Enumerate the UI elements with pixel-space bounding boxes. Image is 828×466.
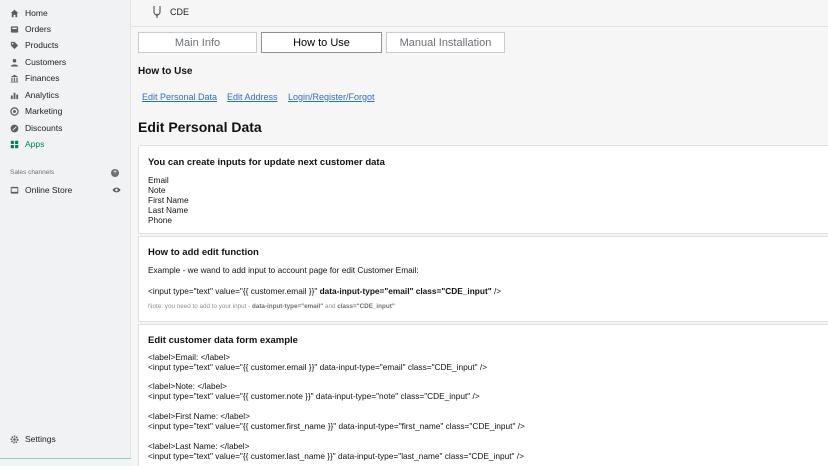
sidebar-item-discounts[interactable]: Discounts: [4, 120, 127, 136]
sidebar: Home Orders Products Customers Finances …: [0, 0, 131, 466]
discount-icon: [10, 124, 19, 133]
sidebar-item-online-store[interactable]: Online Store: [4, 182, 127, 198]
edit-personal-data-heading: Edit Personal Data: [138, 119, 262, 135]
code-line: <input type="text" value="{{ customer.fi…: [148, 421, 525, 431]
code-line: <label>Email: </label>: [148, 352, 231, 362]
link-login-register-forgot[interactable]: Login/Register/Forgot: [288, 92, 375, 102]
apps-icon: [10, 140, 19, 149]
card-title: Edit customer data form example: [148, 335, 298, 346]
code-example: <input type="text" value="{{ customer.em…: [148, 286, 501, 296]
sidebar-item-label: Online Store: [25, 185, 73, 195]
field-item: Note: [148, 185, 166, 195]
code-highlight: data-input-type="email" class="CDE_input…: [319, 286, 492, 296]
code-part: />: [491, 286, 502, 296]
field-item: Phone: [148, 215, 172, 225]
sidebar-item-customers[interactable]: Customers: [4, 54, 127, 70]
app-title: CDE: [170, 7, 190, 17]
note-highlight: class="CDE_input": [337, 303, 395, 310]
code-line: <input type="text" value="{{ customer.la…: [148, 451, 524, 461]
sidebar-item-label: Settings: [25, 434, 56, 444]
code-line: <input type="text" value="{{ customer.no…: [148, 391, 480, 401]
note-part: and: [323, 303, 338, 310]
link-edit-personal-data[interactable]: Edit Personal Data: [142, 92, 217, 102]
sidebar-item-marketing[interactable]: Marketing: [4, 103, 127, 119]
sidebar-item-products[interactable]: Products: [4, 37, 127, 53]
field-item: First Name: [148, 195, 189, 205]
example-text: Example - we wand to add input to accoun…: [148, 265, 419, 275]
sidebar-item-analytics[interactable]: Analytics: [4, 87, 127, 103]
sidebar-item-label: Orders: [25, 24, 51, 34]
sidebar-bottom-bar: [0, 458, 131, 466]
gear-icon: [10, 435, 19, 444]
link-edit-address[interactable]: Edit Address: [227, 92, 278, 102]
target-icon: [10, 106, 19, 116]
sidebar-item-label: Finances: [25, 73, 60, 83]
sidebar-item-label: Apps: [25, 139, 45, 149]
home-icon: [10, 9, 19, 18]
sidebar-item-home[interactable]: Home: [4, 5, 127, 21]
tab-manual-installation[interactable]: Manual Installation: [386, 32, 505, 53]
app-header: CDE: [131, 0, 828, 27]
store-icon: [10, 186, 19, 195]
eye-icon[interactable]: [112, 186, 121, 194]
tab-main-info[interactable]: Main Info: [138, 32, 257, 53]
sidebar-item-label: Customers: [25, 57, 67, 67]
field-item: Last Name: [148, 205, 189, 215]
code-line: <label>Last Name: </label>: [148, 441, 250, 451]
card-title: You can create inputs for update next cu…: [148, 157, 385, 168]
note-part: Note: you need to add to your input -: [148, 303, 252, 310]
add-edit-function-card: How to add edit function Example - we wa…: [138, 236, 828, 322]
how-to-use-title: How to Use: [138, 66, 193, 77]
orders-icon: [10, 25, 19, 34]
sidebar-item-settings[interactable]: Settings: [4, 431, 127, 447]
bar-chart-icon: [10, 91, 19, 100]
sidebar-item-orders[interactable]: Orders: [4, 21, 127, 37]
code-line: <label>First Name: </label>: [148, 411, 250, 421]
code-line: <label>Note: </label>: [148, 381, 227, 391]
form-example-card: Edit customer data form example <label>E…: [138, 324, 828, 466]
sales-channels-label: Sales channels: [10, 169, 55, 176]
sidebar-item-finances[interactable]: Finances: [4, 70, 127, 86]
sidebar-item-label: Discounts: [25, 123, 63, 133]
sidebar-item-label: Home: [25, 8, 48, 18]
card-title: How to add edit function: [148, 247, 259, 258]
field-item: Email: [148, 175, 169, 185]
tab-how-to-use[interactable]: How to Use: [261, 32, 382, 53]
customer-fields-card: You can create inputs for update next cu…: [138, 145, 828, 234]
main-content: CDE Main Info How to Use Manual Installa…: [131, 0, 828, 466]
sidebar-item-label: Analytics: [25, 90, 60, 100]
sidebar-item-apps[interactable]: Apps: [4, 136, 127, 152]
note-highlight: data-input-type="email": [251, 303, 324, 310]
person-icon: [10, 58, 19, 67]
code-line: <input type="text" value="{{ customer.em…: [148, 362, 488, 372]
app-logo-icon: [151, 5, 163, 19]
sidebar-item-label: Products: [25, 40, 59, 50]
add-channel-icon[interactable]: +: [111, 169, 119, 177]
note-text: Note: you need to add to your input - da…: [148, 303, 395, 310]
code-part: <input type="text" value="{{ customer.em…: [148, 286, 320, 296]
bank-icon: [10, 74, 19, 83]
tag-icon: [10, 41, 19, 50]
sidebar-item-label: Marketing: [25, 106, 63, 116]
